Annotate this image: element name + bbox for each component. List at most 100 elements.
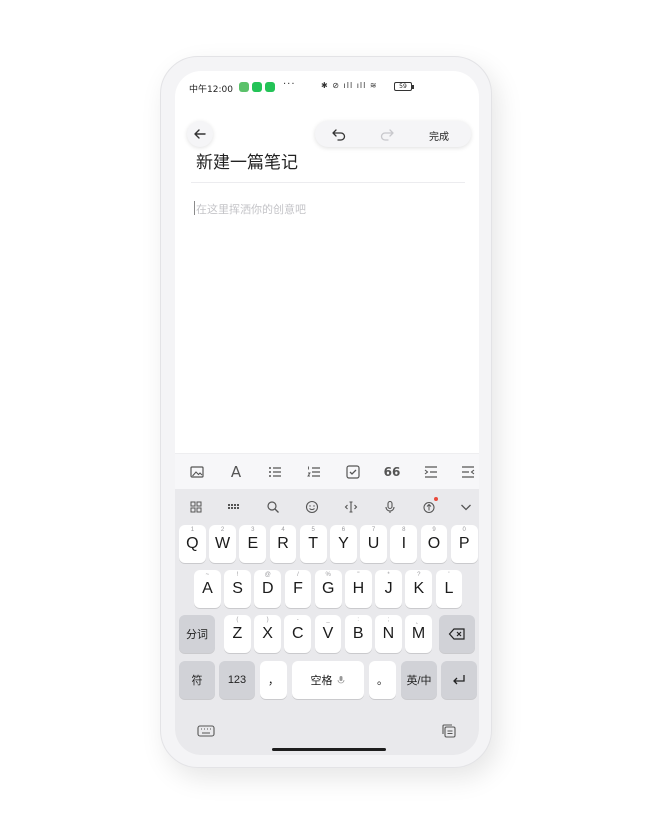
done-button[interactable]: 完成 xyxy=(429,128,449,143)
key-m[interactable]: 、 M xyxy=(405,615,432,653)
period-key[interactable]: 。 xyxy=(369,661,396,699)
key-o[interactable]: 9O xyxy=(420,525,448,563)
key-label: O xyxy=(427,535,441,552)
key-label: E xyxy=(247,535,259,552)
edit-actions-pill: 完成 xyxy=(315,121,471,147)
note-title-field[interactable]: 新建一篇笔记 xyxy=(196,148,298,173)
keyboard: 1Q2W3E4R5T6Y7U8I9O0P ~ A! S @ D / F% G " H * J? K ' L … xyxy=(175,489,479,755)
redo-icon[interactable] xyxy=(379,126,395,142)
key-label: R xyxy=(277,535,289,552)
key-g[interactable]: % G xyxy=(314,570,342,608)
key-p[interactable]: 0P xyxy=(450,525,478,563)
space-key[interactable]: 空格 xyxy=(292,661,364,699)
key-d[interactable]: @ D xyxy=(254,570,282,608)
key-label: M xyxy=(411,625,426,642)
clipboard-icon[interactable] xyxy=(441,723,457,739)
key-label: C xyxy=(292,625,304,642)
keyboard-switch-icon[interactable] xyxy=(197,724,215,738)
key-i[interactable]: 8I xyxy=(390,525,418,563)
key-label: I xyxy=(401,535,407,552)
key-r[interactable]: 4R xyxy=(269,525,297,563)
key-hint: ) xyxy=(266,617,269,623)
enter-key[interactable] xyxy=(441,661,477,699)
system-status-icons: ✱ ⊘ ıll ıll ≋ xyxy=(321,81,378,90)
indent-icon[interactable] xyxy=(421,462,441,482)
key-hint: 5 xyxy=(311,527,315,533)
key-s[interactable]: ! S xyxy=(224,570,251,608)
key-label: Y xyxy=(338,535,349,552)
status-time: 中午12:00 xyxy=(189,85,233,95)
key-label: S xyxy=(232,580,243,597)
apps-grid-icon[interactable] xyxy=(186,497,206,517)
back-button[interactable] xyxy=(187,121,213,147)
key-hint: ? xyxy=(417,572,421,578)
numbered-list-icon[interactable] xyxy=(304,462,324,482)
key-hint: 1 xyxy=(190,527,195,533)
key-u[interactable]: 7U xyxy=(360,525,387,563)
collapse-keyboard-icon[interactable] xyxy=(456,497,476,517)
search-icon[interactable] xyxy=(263,497,283,517)
segment-key[interactable]: 分词 xyxy=(179,615,215,653)
key-label: F xyxy=(293,580,303,597)
space-key-label: 空格 xyxy=(310,675,333,687)
insert-image-icon[interactable] xyxy=(187,462,207,482)
key-y[interactable]: 6Y xyxy=(330,525,357,563)
key-hint: _ xyxy=(326,617,330,623)
symbol-key[interactable]: 符 xyxy=(179,661,215,699)
screen: 中午12:00 ··· ✱ ⊘ ıll ıll ≋ 59 完成 新建一篇笔记 在… xyxy=(175,71,479,755)
key-hint: " xyxy=(357,572,360,578)
key-x[interactable]: ) X xyxy=(254,615,281,653)
battery-indicator: 59 xyxy=(394,82,414,91)
key-v[interactable]: _ V xyxy=(314,615,342,653)
key-n[interactable]: ; N xyxy=(375,615,402,653)
key-f[interactable]: / F xyxy=(284,570,312,608)
key-label: G xyxy=(321,580,335,597)
emoji-icon[interactable] xyxy=(302,497,322,517)
key-label: K xyxy=(413,580,425,597)
key-c[interactable]: -C xyxy=(284,615,312,653)
outdent-icon[interactable] xyxy=(458,462,478,482)
microphone-icon xyxy=(337,676,344,684)
text-style-icon[interactable]: A xyxy=(226,462,246,482)
bullet-list-icon[interactable] xyxy=(265,462,285,482)
key-b[interactable]: :B xyxy=(344,615,372,653)
key-e[interactable]: 3E xyxy=(239,525,267,563)
key-label: H xyxy=(352,580,365,597)
key-label: U xyxy=(367,535,380,552)
cursor-move-icon[interactable] xyxy=(341,497,361,517)
key-a[interactable]: ~ A xyxy=(194,570,221,608)
undo-icon[interactable] xyxy=(331,126,347,142)
format-toolbar: A 66 xyxy=(175,453,479,489)
key-j[interactable]: * J xyxy=(375,570,402,608)
key-hint: ; xyxy=(387,617,390,623)
key-hint: ' xyxy=(448,572,450,578)
key-hint: ~ xyxy=(205,572,210,578)
arrow-left-icon xyxy=(194,129,206,139)
key-q[interactable]: 1Q xyxy=(179,525,206,563)
key-w[interactable]: 2W xyxy=(209,525,236,563)
note-body-placeholder[interactable]: 在这里挥洒你的创意吧 xyxy=(196,201,306,217)
key-l[interactable]: ' L xyxy=(435,570,463,608)
key-h[interactable]: " H xyxy=(345,570,372,608)
key-z[interactable]: (Z xyxy=(224,615,251,653)
title-divider xyxy=(191,182,465,183)
key-k[interactable]: ? K xyxy=(405,570,433,608)
key-label: L xyxy=(444,580,454,597)
voice-assistant-icon[interactable] xyxy=(419,497,439,517)
comma-key[interactable]: ， xyxy=(260,661,287,699)
key-label: V xyxy=(322,625,334,642)
numbers-key[interactable]: 123 xyxy=(219,661,255,699)
key-hint: 9 xyxy=(432,527,436,533)
key-label: W xyxy=(215,535,231,552)
status-bar: 中午12:00 ··· ✱ ⊘ ıll ıll ≋ 59 xyxy=(175,71,479,103)
quote-icon[interactable]: 66 xyxy=(382,462,402,482)
language-switch-key[interactable]: 英/中 xyxy=(401,661,437,699)
keyboard-layout-icon[interactable] xyxy=(224,497,244,517)
backspace-key[interactable] xyxy=(439,615,475,653)
microphone-icon[interactable] xyxy=(380,497,400,517)
checkbox-icon[interactable] xyxy=(343,462,363,482)
home-indicator xyxy=(272,748,386,751)
key-t[interactable]: 5T xyxy=(299,525,327,563)
key-hint: % xyxy=(325,572,331,578)
enter-icon xyxy=(453,675,465,685)
